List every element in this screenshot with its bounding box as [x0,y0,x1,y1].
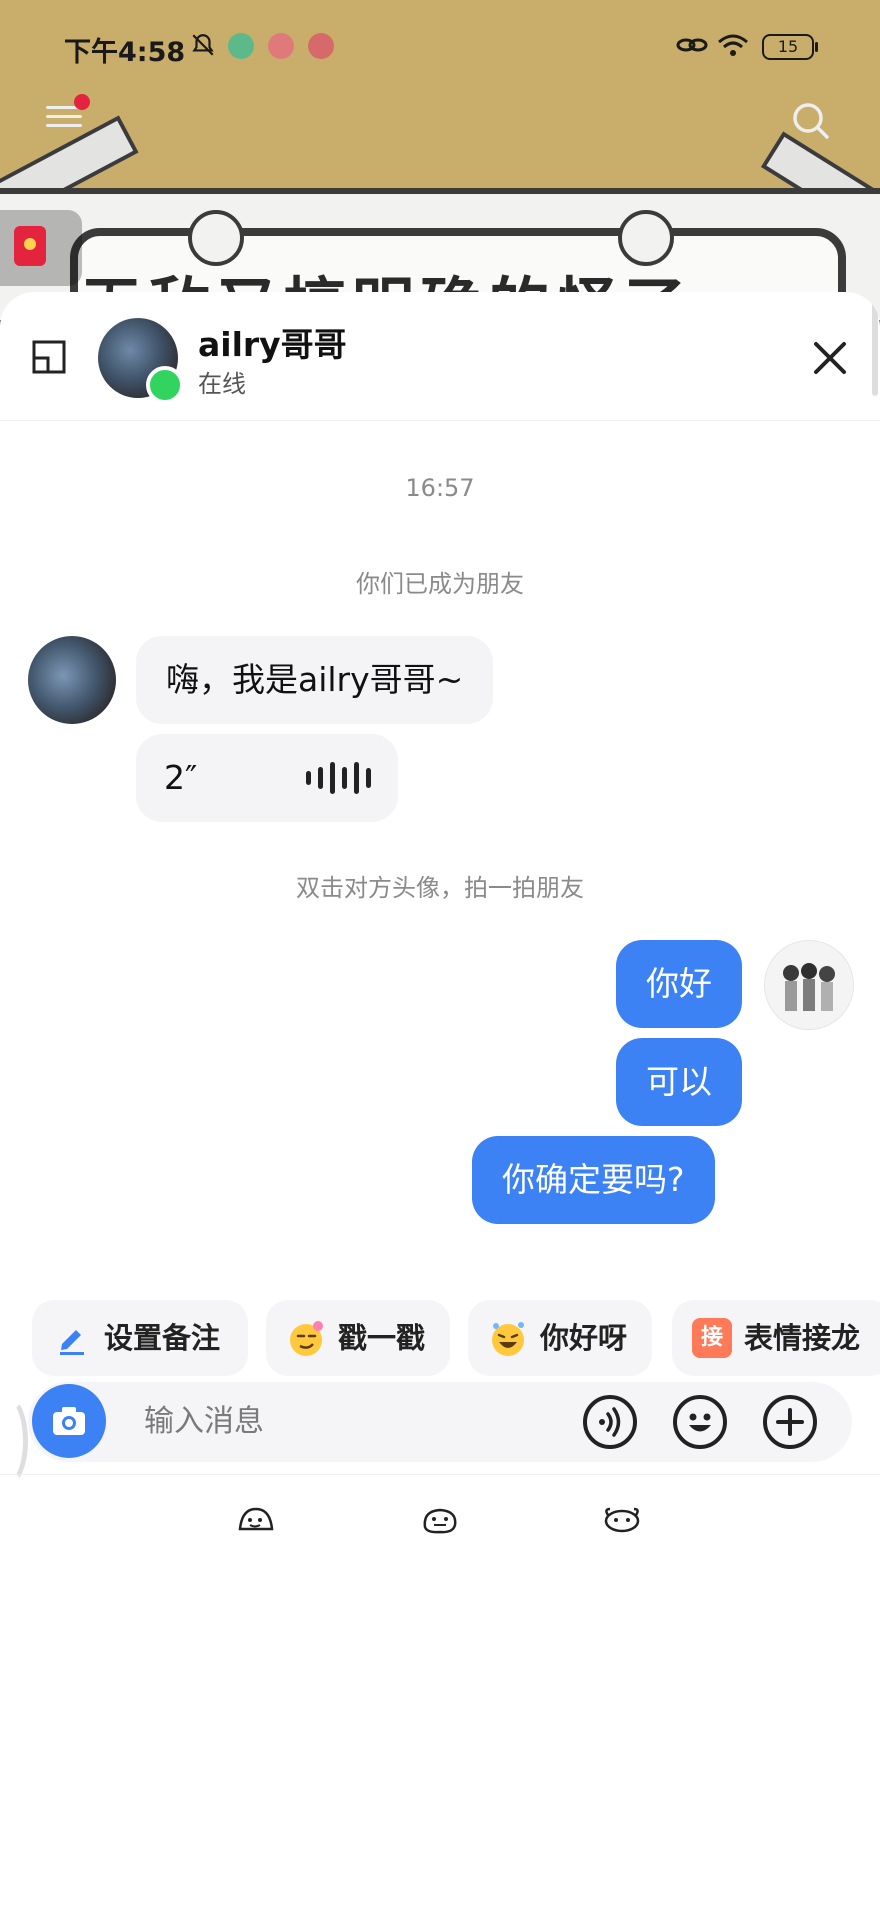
app-notification-icon [228,33,254,59]
pencil-icon [60,1330,84,1355]
battery-indicator: 15 [762,34,818,60]
quick-actions: 设置备注 戳一戳 你好呀 接 表情接龙 [32,1300,880,1376]
my-avatar[interactable] [764,940,854,1030]
quick-action-label: 戳一戳 [338,1321,426,1355]
contact-status: 在线 [198,370,246,398]
app-notification-icon [308,33,334,59]
smirk-emoji-icon [290,1321,323,1356]
search-icon[interactable] [790,100,830,140]
voice-icon[interactable] [582,1394,638,1450]
status-bar: 下午4:58 15 [0,20,880,76]
quick-action-set-remark[interactable]: 设置备注 [32,1300,248,1376]
close-icon[interactable] [810,338,850,378]
contact-message-avatar[interactable] [28,636,116,724]
mascot-face-icon[interactable] [420,1505,460,1535]
emoji-chain-icon: 接 [692,1318,732,1358]
incoming-text-bubble[interactable]: 嗨，我是ailry哥哥~ [136,636,494,724]
message-timestamp: 16:57 [405,474,475,502]
camera-icon [53,1407,85,1435]
bell-off-icon [192,34,214,56]
emoji-icon[interactable] [672,1394,728,1450]
outgoing-text: 可以 [646,1062,712,1101]
status-time: 下午4:58 [64,37,186,68]
mascot-head-icon[interactable] [236,1505,276,1535]
chat-header: ailry哥哥 在线 [0,292,880,421]
screen: 无敌又搞明确的怪了 下午4:58 15 ailry哥哥 在线 16:57 [0,0,880,1920]
plus-icon[interactable] [762,1394,818,1450]
outgoing-text: 你好 [646,964,712,1003]
grin-emoji-icon [492,1322,524,1356]
voice-message-bubble[interactable]: 2″ [136,734,398,822]
quick-action-poke[interactable]: 戳一戳 [266,1300,450,1376]
bottom-bar [0,1474,880,1565]
camera-button[interactable] [32,1384,106,1458]
wifi-icon [718,34,748,56]
incoming-text: 嗨，我是ailry哥哥~ [166,660,464,699]
mascot-dog-icon[interactable] [602,1505,642,1535]
quick-action-label: 表情接龙 [744,1321,861,1355]
red-packet-icon[interactable] [0,210,82,286]
system-message-pat-hint: 双击对方头像，拍一拍朋友 [296,874,584,902]
quick-action-label: 你好呀 [540,1321,628,1355]
outgoing-text: 你确定要吗? [502,1160,685,1199]
my-avatar-image [765,941,853,1029]
link-icon [676,38,708,52]
quick-action-hello[interactable]: 你好呀 [468,1300,652,1376]
message-input[interactable]: 输入消息 [144,1382,264,1462]
background-video[interactable]: 无敌又搞明确的怪了 下午4:58 15 [0,0,880,320]
outgoing-bubble[interactable]: 可以 [616,1038,742,1126]
message-input-bar: 输入消息 [28,1382,852,1462]
window-mode-icon[interactable] [32,340,66,374]
emoji-chain-badge: 接 [700,1325,723,1350]
outgoing-bubble[interactable]: 你好 [616,940,742,1028]
quick-action-emoji-chain[interactable]: 接 表情接龙 [672,1300,880,1376]
online-indicator [146,366,184,404]
chat-sheet: ailry哥哥 在线 16:57 你们已成为朋友 嗨，我是ailry哥哥~ 2″… [0,292,880,1920]
edge-handle[interactable] [0,1396,28,1486]
contact-name[interactable]: ailry哥哥 [198,318,347,366]
voice-wave-icon [306,762,371,794]
system-message-friends: 你们已成为朋友 [356,570,524,598]
voice-duration: 2″ [164,758,198,797]
notification-dot [74,94,90,110]
outgoing-bubble[interactable]: 你确定要吗? [472,1136,715,1224]
app-notification-icon [268,33,294,59]
quick-action-label: 设置备注 [104,1321,221,1355]
